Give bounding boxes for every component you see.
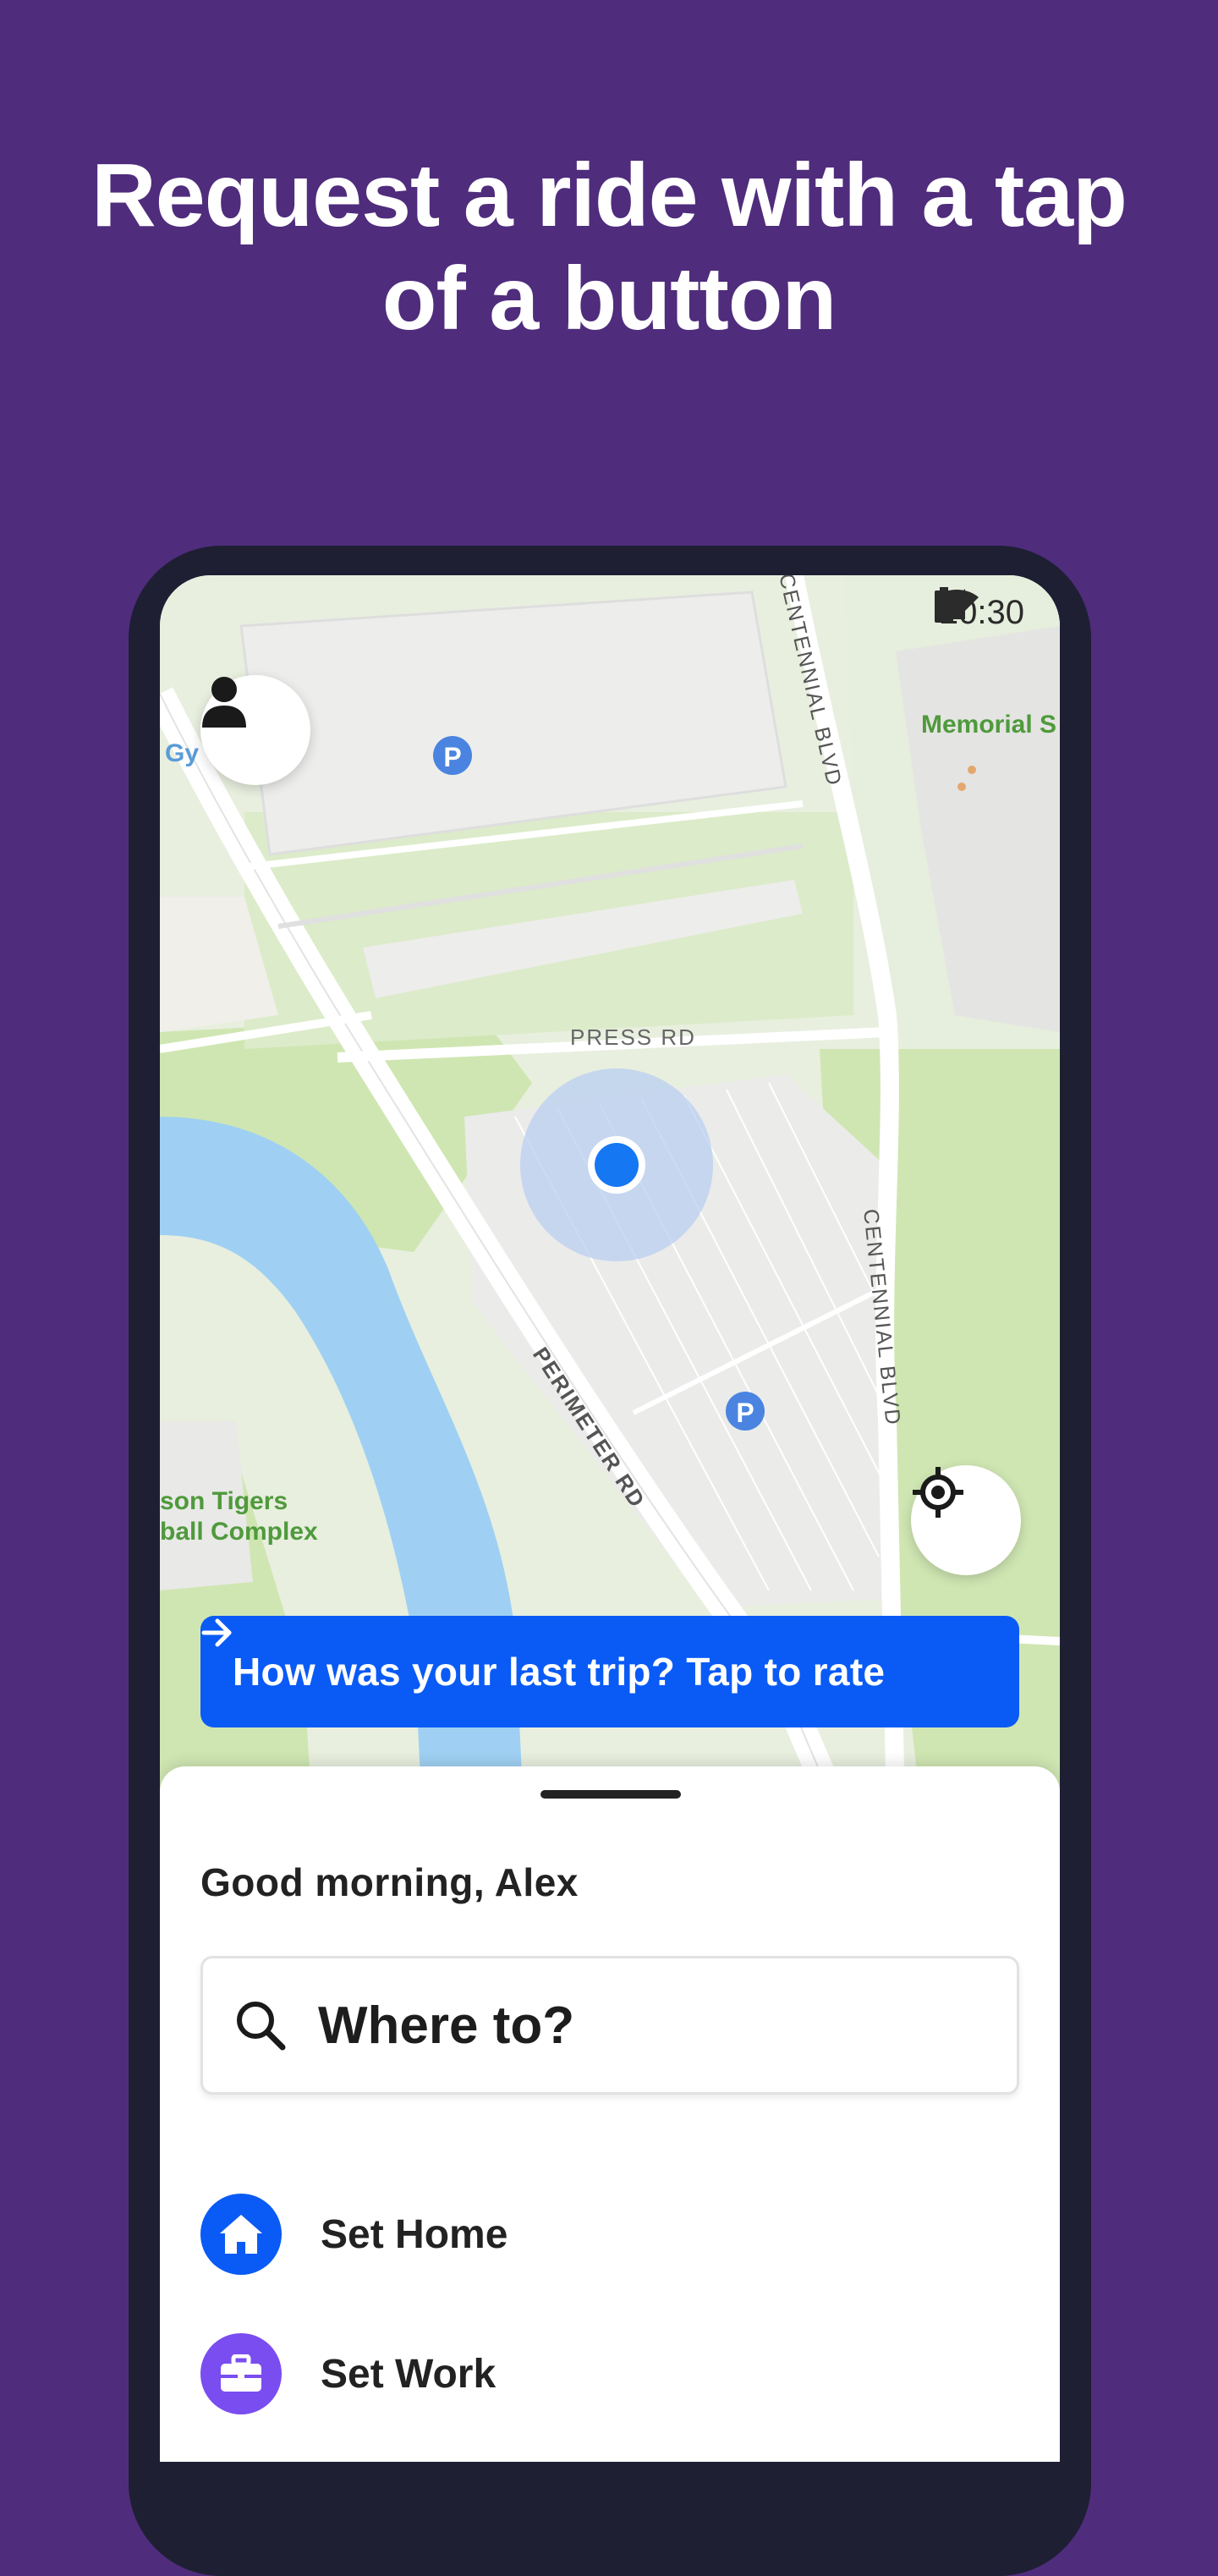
home-icon — [220, 2215, 262, 2254]
rate-last-trip-banner[interactable]: How was your last trip? Tap to rate — [200, 1616, 1019, 1727]
battery-icon — [934, 587, 953, 623]
set-work-row[interactable]: Set Work — [200, 2333, 962, 2414]
phone-screen: P P PRESS RD PERIMETER RD CENTENNIAL BLV… — [160, 575, 1060, 2462]
parking-marker: P — [433, 736, 472, 775]
map-label-tigers-2: ball Complex — [160, 1518, 318, 1546]
headline-line-1: Request a ride with a tap — [91, 146, 1127, 245]
headline-line-2: of a button — [381, 249, 837, 349]
rate-banner-text: How was your last trip? Tap to rate — [233, 1650, 886, 1694]
set-work-label: Set Work — [321, 2351, 497, 2397]
crosshair-icon — [913, 1467, 963, 1518]
svg-text:P: P — [443, 742, 461, 772]
person-icon — [202, 677, 246, 728]
arrow-right-icon — [201, 1618, 232, 1647]
parking-marker: P — [726, 1392, 765, 1431]
map-label-gym: Gy — [165, 739, 199, 767]
recenter-button[interactable] — [911, 1465, 1021, 1575]
greeting-text: Good morning, Alex — [200, 1860, 579, 1904]
bottom-sheet[interactable]: Good morning, Alex Where to? Set Home Se… — [160, 1766, 1060, 2462]
search-placeholder: Where to? — [318, 1996, 575, 2055]
briefcase-icon — [221, 2354, 261, 2392]
work-icon-badge — [200, 2333, 282, 2414]
map-label-memorial: Memorial S — [921, 711, 1056, 739]
map-label-press-rd: PRESS RD — [570, 1024, 696, 1050]
drag-handle[interactable] — [540, 1790, 681, 1799]
search-icon — [237, 2002, 286, 2051]
headline: Request a ride with a tap of a button — [0, 144, 1218, 350]
map-view[interactable]: P P PRESS RD PERIMETER RD CENTENNIAL BLV… — [160, 575, 1060, 1810]
destination-search-input[interactable]: Where to? — [200, 1956, 1019, 2095]
set-home-row[interactable]: Set Home — [200, 2194, 962, 2275]
profile-button[interactable] — [200, 675, 310, 785]
map-label-tigers-1: son Tigers — [160, 1487, 288, 1515]
home-icon-badge — [200, 2194, 282, 2275]
status-bar: 20:30 — [933, 587, 1024, 638]
set-home-label: Set Home — [321, 2211, 508, 2257]
svg-text:P: P — [736, 1398, 754, 1428]
